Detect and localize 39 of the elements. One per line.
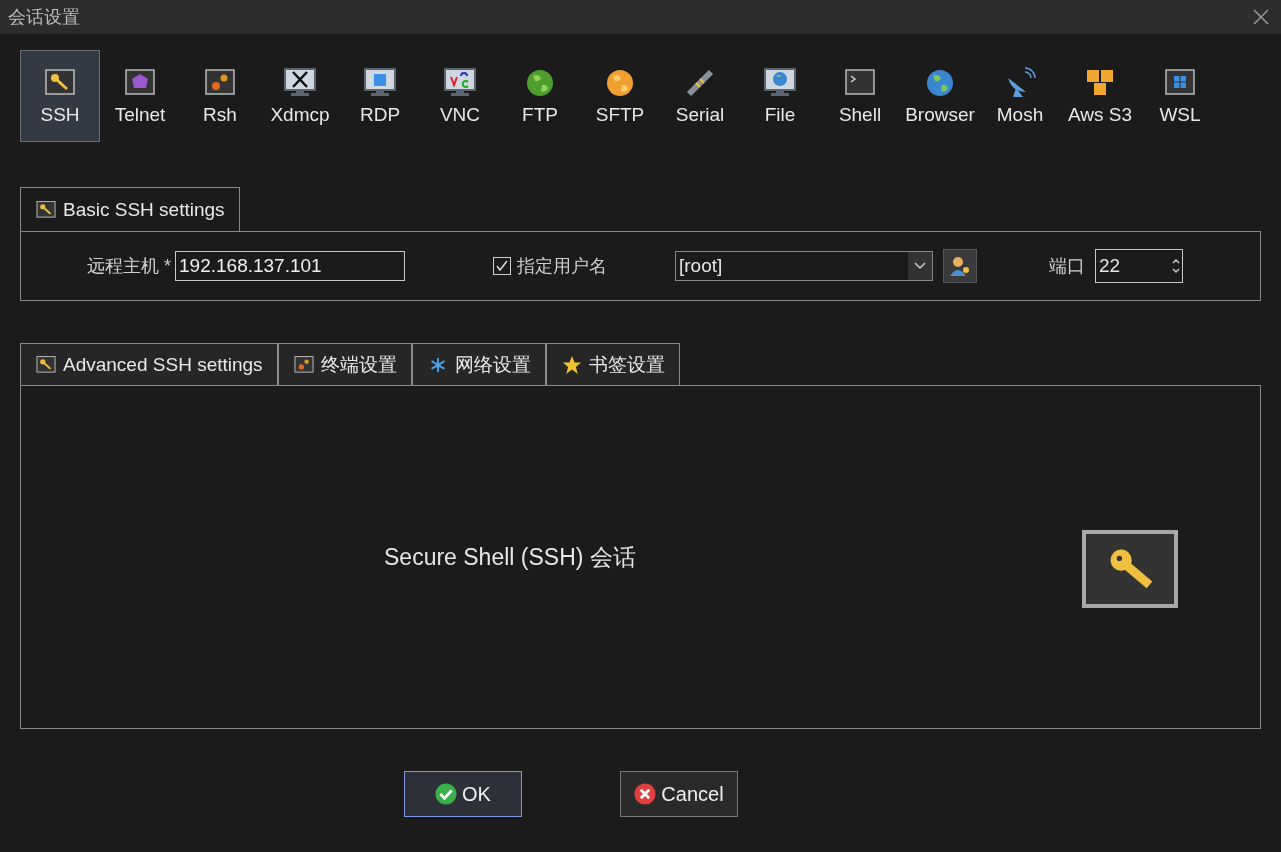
session-type-button[interactable]: SSH: [20, 50, 100, 142]
checkbox-label: 指定用户名: [517, 255, 607, 278]
checkbox[interactable]: [493, 257, 511, 275]
session-type-button[interactable]: Browser: [900, 50, 980, 142]
settings-tab[interactable]: 书签设置: [545, 343, 680, 385]
session-type-button[interactable]: VNC: [420, 50, 500, 142]
session-type-button[interactable]: Rsh: [180, 50, 260, 142]
gears-icon: [292, 353, 315, 376]
session-type-button[interactable]: WSL: [1140, 50, 1220, 142]
settings-tab[interactable]: 终端设置: [277, 343, 412, 385]
cancel-icon: [633, 782, 658, 806]
session-type-button[interactable]: Xdmcp: [260, 50, 340, 142]
session-type-button[interactable]: Shell: [820, 50, 900, 142]
user-icon: [949, 255, 971, 277]
username-dropdown[interactable]: [root]: [675, 251, 933, 281]
host-input[interactable]: 192.168.137.101: [175, 251, 405, 281]
session-type-button[interactable]: FTP: [500, 50, 580, 142]
session-description: Secure Shell (SSH) 会话: [384, 542, 637, 572]
ok-button[interactable]: OK: [403, 771, 522, 817]
cancel-button[interactable]: Cancel: [619, 771, 738, 817]
key-icon: [35, 353, 57, 376]
caret-icon: [914, 262, 926, 270]
session-type-button[interactable]: Aws S3: [1060, 50, 1140, 142]
session-type-button[interactable]: SFTP: [580, 50, 660, 142]
host-label: 远程主机 *: [87, 255, 171, 278]
session-type-button[interactable]: RDP: [340, 50, 420, 142]
session-type-button[interactable]: Telnet: [100, 50, 180, 142]
key-icon: [35, 198, 57, 221]
key-icon: [1082, 530, 1178, 608]
user-button[interactable]: [943, 249, 977, 283]
session-type-button[interactable]: File: [740, 50, 820, 142]
window-title: 会话设置: [8, 6, 80, 29]
settings-tab[interactable]: 网络设置: [411, 343, 546, 385]
port-label: 端口: [1049, 255, 1085, 278]
port-spinbox[interactable]: 22: [1095, 249, 1183, 283]
session-type-button[interactable]: Mosh: [980, 50, 1060, 142]
check-icon: [434, 782, 459, 806]
settings-tab[interactable]: Advanced SSH settings: [20, 343, 278, 385]
session-type-button[interactable]: Serial: [660, 50, 740, 142]
